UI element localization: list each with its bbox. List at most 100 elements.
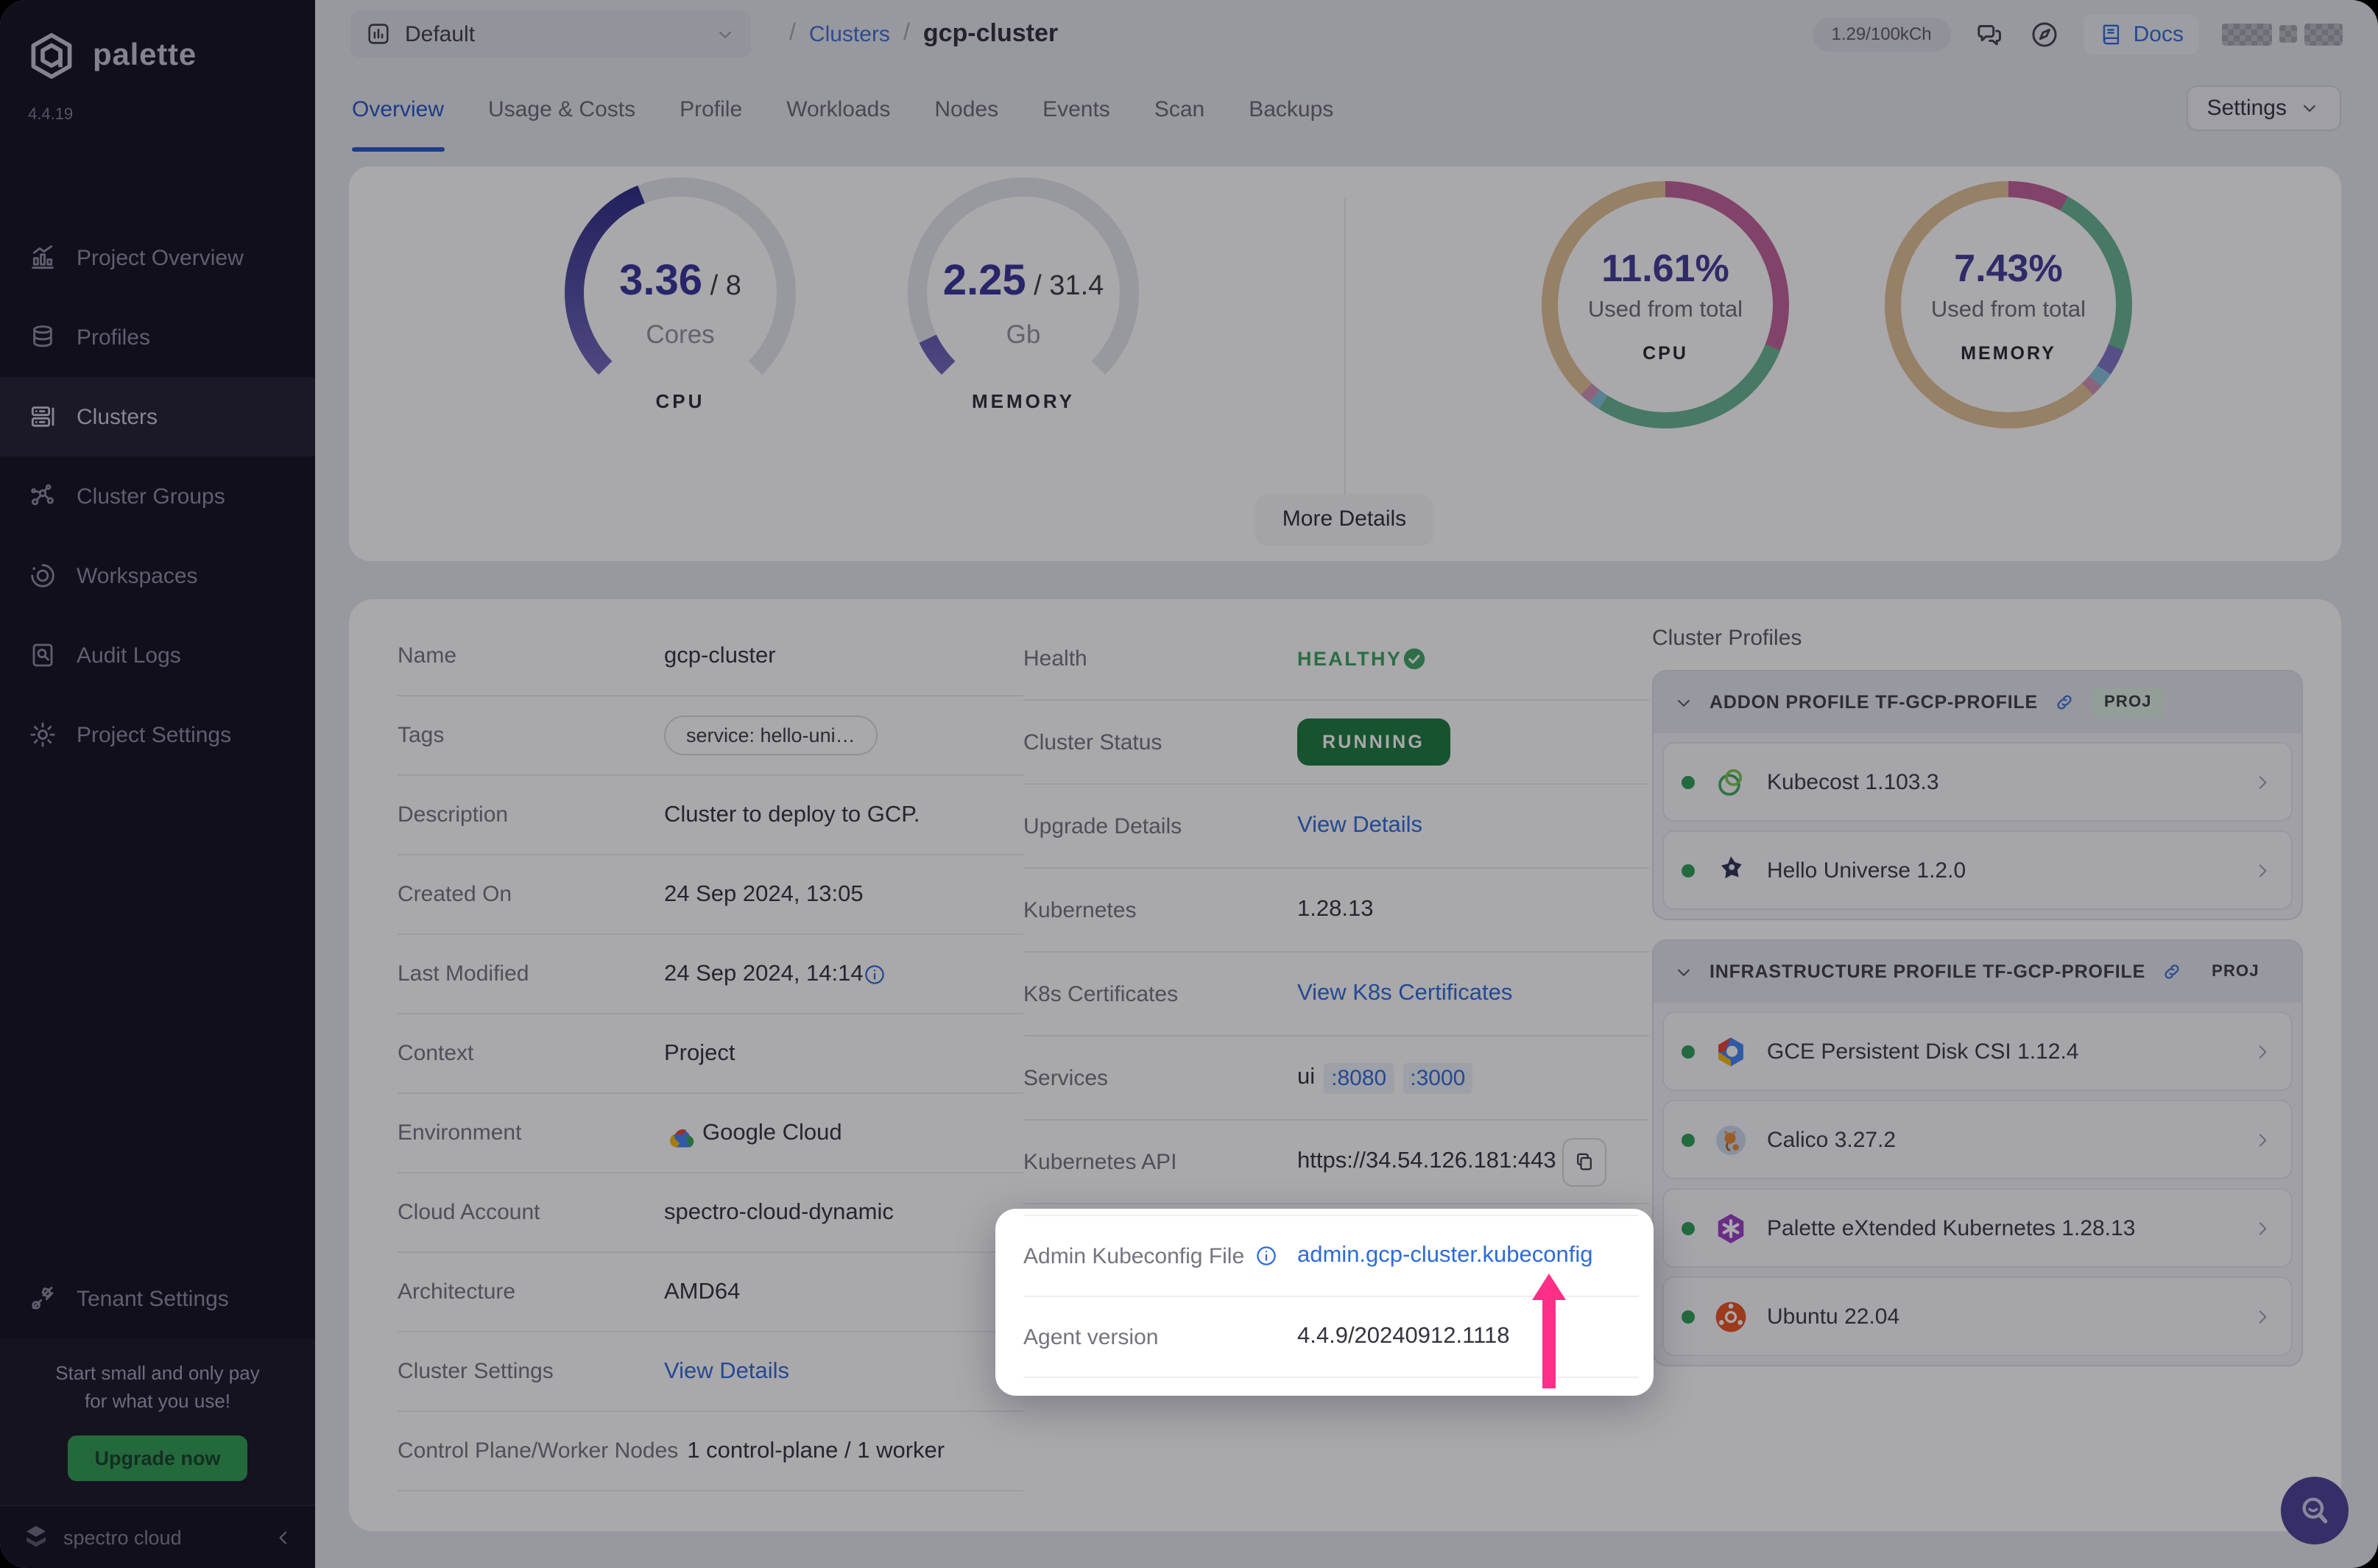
compass-icon[interactable] bbox=[2029, 18, 2060, 49]
row-label: Tags bbox=[398, 723, 664, 748]
sidebar-item-project-overview[interactable]: Project Overview bbox=[0, 218, 315, 297]
sidebar-item-tenant-settings[interactable]: Tenant Settings bbox=[0, 1260, 315, 1339]
row-last-modified: Last Modified24 Sep 2024, 14:14 bbox=[398, 935, 1023, 1014]
sidebar-item-label: Profiles bbox=[77, 325, 150, 350]
link-view-details[interactable]: View Details bbox=[664, 1358, 789, 1385]
settings-button[interactable]: Settings bbox=[2187, 85, 2341, 131]
sidebar-item-cluster-groups[interactable]: Cluster Groups bbox=[0, 456, 315, 536]
sidebar-item-profiles[interactable]: Profiles bbox=[0, 297, 315, 377]
profile-item-kubecost-1-103-3[interactable]: Kubecost 1.103.3 bbox=[1662, 742, 2293, 822]
gauge-total: / 8 bbox=[702, 271, 741, 302]
upgrade-promo: Start small and only pay for what you us… bbox=[0, 1339, 315, 1505]
link-view-details[interactable]: View Details bbox=[1297, 813, 1422, 839]
profile-item-name: Palette eXtended Kubernetes 1.28.13 bbox=[1767, 1215, 2135, 1240]
chevron-right-icon bbox=[2251, 859, 2273, 881]
row-services: Servicesui:8080:3000 bbox=[1023, 1036, 1649, 1120]
donut-caption: Used from total bbox=[1931, 297, 2086, 324]
info-icon[interactable] bbox=[1255, 1244, 1278, 1268]
sidebar-item-label: Tenant Settings bbox=[77, 1287, 229, 1312]
cluster-profiles-panel: Cluster Profiles ADDON PROFILE TF-GCP-PR… bbox=[1649, 608, 2303, 1531]
profile-item-hello-universe-1-2-0[interactable]: Hello Universe 1.2.0 bbox=[1662, 830, 2293, 910]
tab-workloads[interactable]: Workloads bbox=[786, 68, 890, 152]
search-fab-button[interactable] bbox=[2281, 1477, 2349, 1544]
chevron-down-icon bbox=[2298, 97, 2321, 119]
promo-line1: Start small and only pay bbox=[15, 1361, 300, 1389]
donut-memory: 7.43% Used from total MEMORY bbox=[1885, 181, 2132, 428]
row-cluster-settings: Cluster SettingsView Details bbox=[398, 1332, 1023, 1412]
tab-nodes[interactable]: Nodes bbox=[934, 68, 998, 152]
profile-item-palette-extended-kubernetes-1-28-13[interactable]: Palette eXtended Kubernetes 1.28.13 bbox=[1662, 1188, 2293, 1268]
tab-scan[interactable]: Scan bbox=[1154, 68, 1204, 152]
tab-backups[interactable]: Backups bbox=[1249, 68, 1333, 152]
app-window: palette 4.4.19 Project OverviewProfilesC… bbox=[0, 0, 2378, 1568]
copy-button[interactable] bbox=[1562, 1137, 1606, 1186]
gauge-label: CPU bbox=[540, 390, 820, 412]
sidebar-item-workspaces[interactable]: Workspaces bbox=[0, 536, 315, 615]
more-details-button[interactable]: More Details bbox=[1256, 495, 1433, 543]
upgrade-now-button[interactable]: Upgrade now bbox=[68, 1435, 247, 1481]
row-label: Health bbox=[1023, 646, 1297, 671]
status-dot bbox=[1682, 775, 1695, 788]
profile-item-calico-3-27-2[interactable]: Calico 3.27.2 bbox=[1662, 1100, 2293, 1179]
row-admin-kubeconfig-file: Admin Kubeconfig File admin.gcp-cluster.… bbox=[1023, 1215, 1639, 1297]
project-selector[interactable]: Default bbox=[350, 10, 751, 57]
calico-logo-icon bbox=[1712, 1121, 1749, 1158]
status-dot bbox=[1682, 1221, 1695, 1235]
chevron-right-icon bbox=[2251, 1129, 2273, 1151]
sidebar: palette 4.4.19 Project OverviewProfilesC… bbox=[0, 0, 315, 1568]
profile-item-gce-persistent-disk-csi-1-12-4[interactable]: GCE Persistent Disk CSI 1.12.4 bbox=[1662, 1011, 2293, 1091]
gauge-total: / 31.4 bbox=[1026, 271, 1104, 302]
row-name: Namegcp-cluster bbox=[398, 617, 1023, 696]
chat-icon[interactable] bbox=[1975, 18, 2005, 49]
tab-usage-costs[interactable]: Usage & Costs bbox=[488, 68, 635, 152]
profile-group-header[interactable]: ADDON PROFILE TF-GCP-PROFILE PROJ bbox=[1654, 671, 2301, 733]
row-upgrade-details: Upgrade DetailsView Details bbox=[1023, 785, 1649, 869]
row-context: ContextProject bbox=[398, 1014, 1023, 1094]
tab-events[interactable]: Events bbox=[1042, 68, 1110, 152]
row-label: Agent version bbox=[1023, 1324, 1297, 1349]
row-label: Services bbox=[1023, 1065, 1297, 1090]
gauge-unit: Gb bbox=[883, 319, 1163, 350]
donut-caption: Used from total bbox=[1588, 297, 1743, 324]
row-health: HealthHEALTHY bbox=[1023, 617, 1649, 701]
service-port-link[interactable]: :8080 bbox=[1324, 1062, 1394, 1093]
sidebar-item-label: Project Overview bbox=[77, 245, 244, 270]
donut-percent: 11.61% bbox=[1601, 246, 1729, 292]
overview-icon bbox=[28, 243, 57, 272]
topbar: Default / Clusters / gcp-cluster 1.29/10… bbox=[315, 0, 2378, 68]
breadcrumb-link-clusters[interactable]: Clusters bbox=[809, 21, 890, 46]
row-k8s-certificates: K8s CertificatesView K8s Certificates bbox=[1023, 953, 1649, 1036]
card-divider bbox=[1344, 199, 1346, 511]
details-column-left: Namegcp-clusterTagsservice: hello-uni…De… bbox=[398, 608, 1023, 1531]
row-environment: EnvironmentGoogle Cloud bbox=[398, 1094, 1023, 1173]
link-view-k8s-certificates[interactable]: View K8s Certificates bbox=[1297, 981, 1512, 1007]
info-icon[interactable] bbox=[864, 962, 887, 986]
service-port-link[interactable]: :3000 bbox=[1403, 1062, 1472, 1093]
row-label: Cluster Settings bbox=[398, 1359, 664, 1384]
brand-logo: palette bbox=[0, 0, 315, 82]
main-area: Default / Clusters / gcp-cluster 1.29/10… bbox=[315, 0, 2378, 1568]
row-value: 24 Sep 2024, 13:05 bbox=[664, 881, 864, 908]
profile-item-ubuntu-22-04[interactable]: Ubuntu 22.04 bbox=[1662, 1276, 2293, 1356]
sidebar-item-label: Clusters bbox=[77, 404, 158, 429]
details-column-middle: HealthHEALTHYCluster StatusRUNNINGUpgrad… bbox=[1023, 608, 1649, 1531]
row-label: Cluster Status bbox=[1023, 730, 1297, 755]
row-value: 1.28.13 bbox=[1297, 897, 1373, 923]
profile-group-header[interactable]: INFRASTRUCTURE PROFILE TF-GCP-PROFILE PR… bbox=[1654, 941, 2301, 1003]
row-agent-version: Agent version 4.4.9/20240912.1118 bbox=[1023, 1297, 1639, 1378]
sidebar-item-clusters[interactable]: Clusters bbox=[0, 377, 315, 456]
admin-kubeconfig-link[interactable]: admin.gcp-cluster.kubeconfig bbox=[1297, 1243, 1593, 1269]
sidebar-item-audit-logs[interactable]: Audit Logs bbox=[0, 615, 315, 695]
sidebar-item-project-settings[interactable]: Project Settings bbox=[0, 695, 315, 774]
tenant-settings-icon bbox=[28, 1285, 57, 1314]
profile-group-title: ADDON PROFILE TF-GCP-PROFILE bbox=[1710, 692, 2038, 713]
user-account-redacted[interactable] bbox=[2222, 23, 2343, 45]
row-label: Control Plane/Worker Nodes bbox=[398, 1438, 687, 1463]
tab-profile[interactable]: Profile bbox=[680, 68, 742, 152]
collapse-sidebar-icon[interactable] bbox=[272, 1526, 294, 1548]
docs-label: Docs bbox=[2134, 21, 2184, 46]
tab-overview[interactable]: Overview bbox=[352, 68, 444, 152]
chevron-right-icon bbox=[2251, 1217, 2273, 1239]
docs-button[interactable]: Docs bbox=[2084, 14, 2198, 54]
row-cluster-status: Cluster StatusRUNNING bbox=[1023, 701, 1649, 785]
